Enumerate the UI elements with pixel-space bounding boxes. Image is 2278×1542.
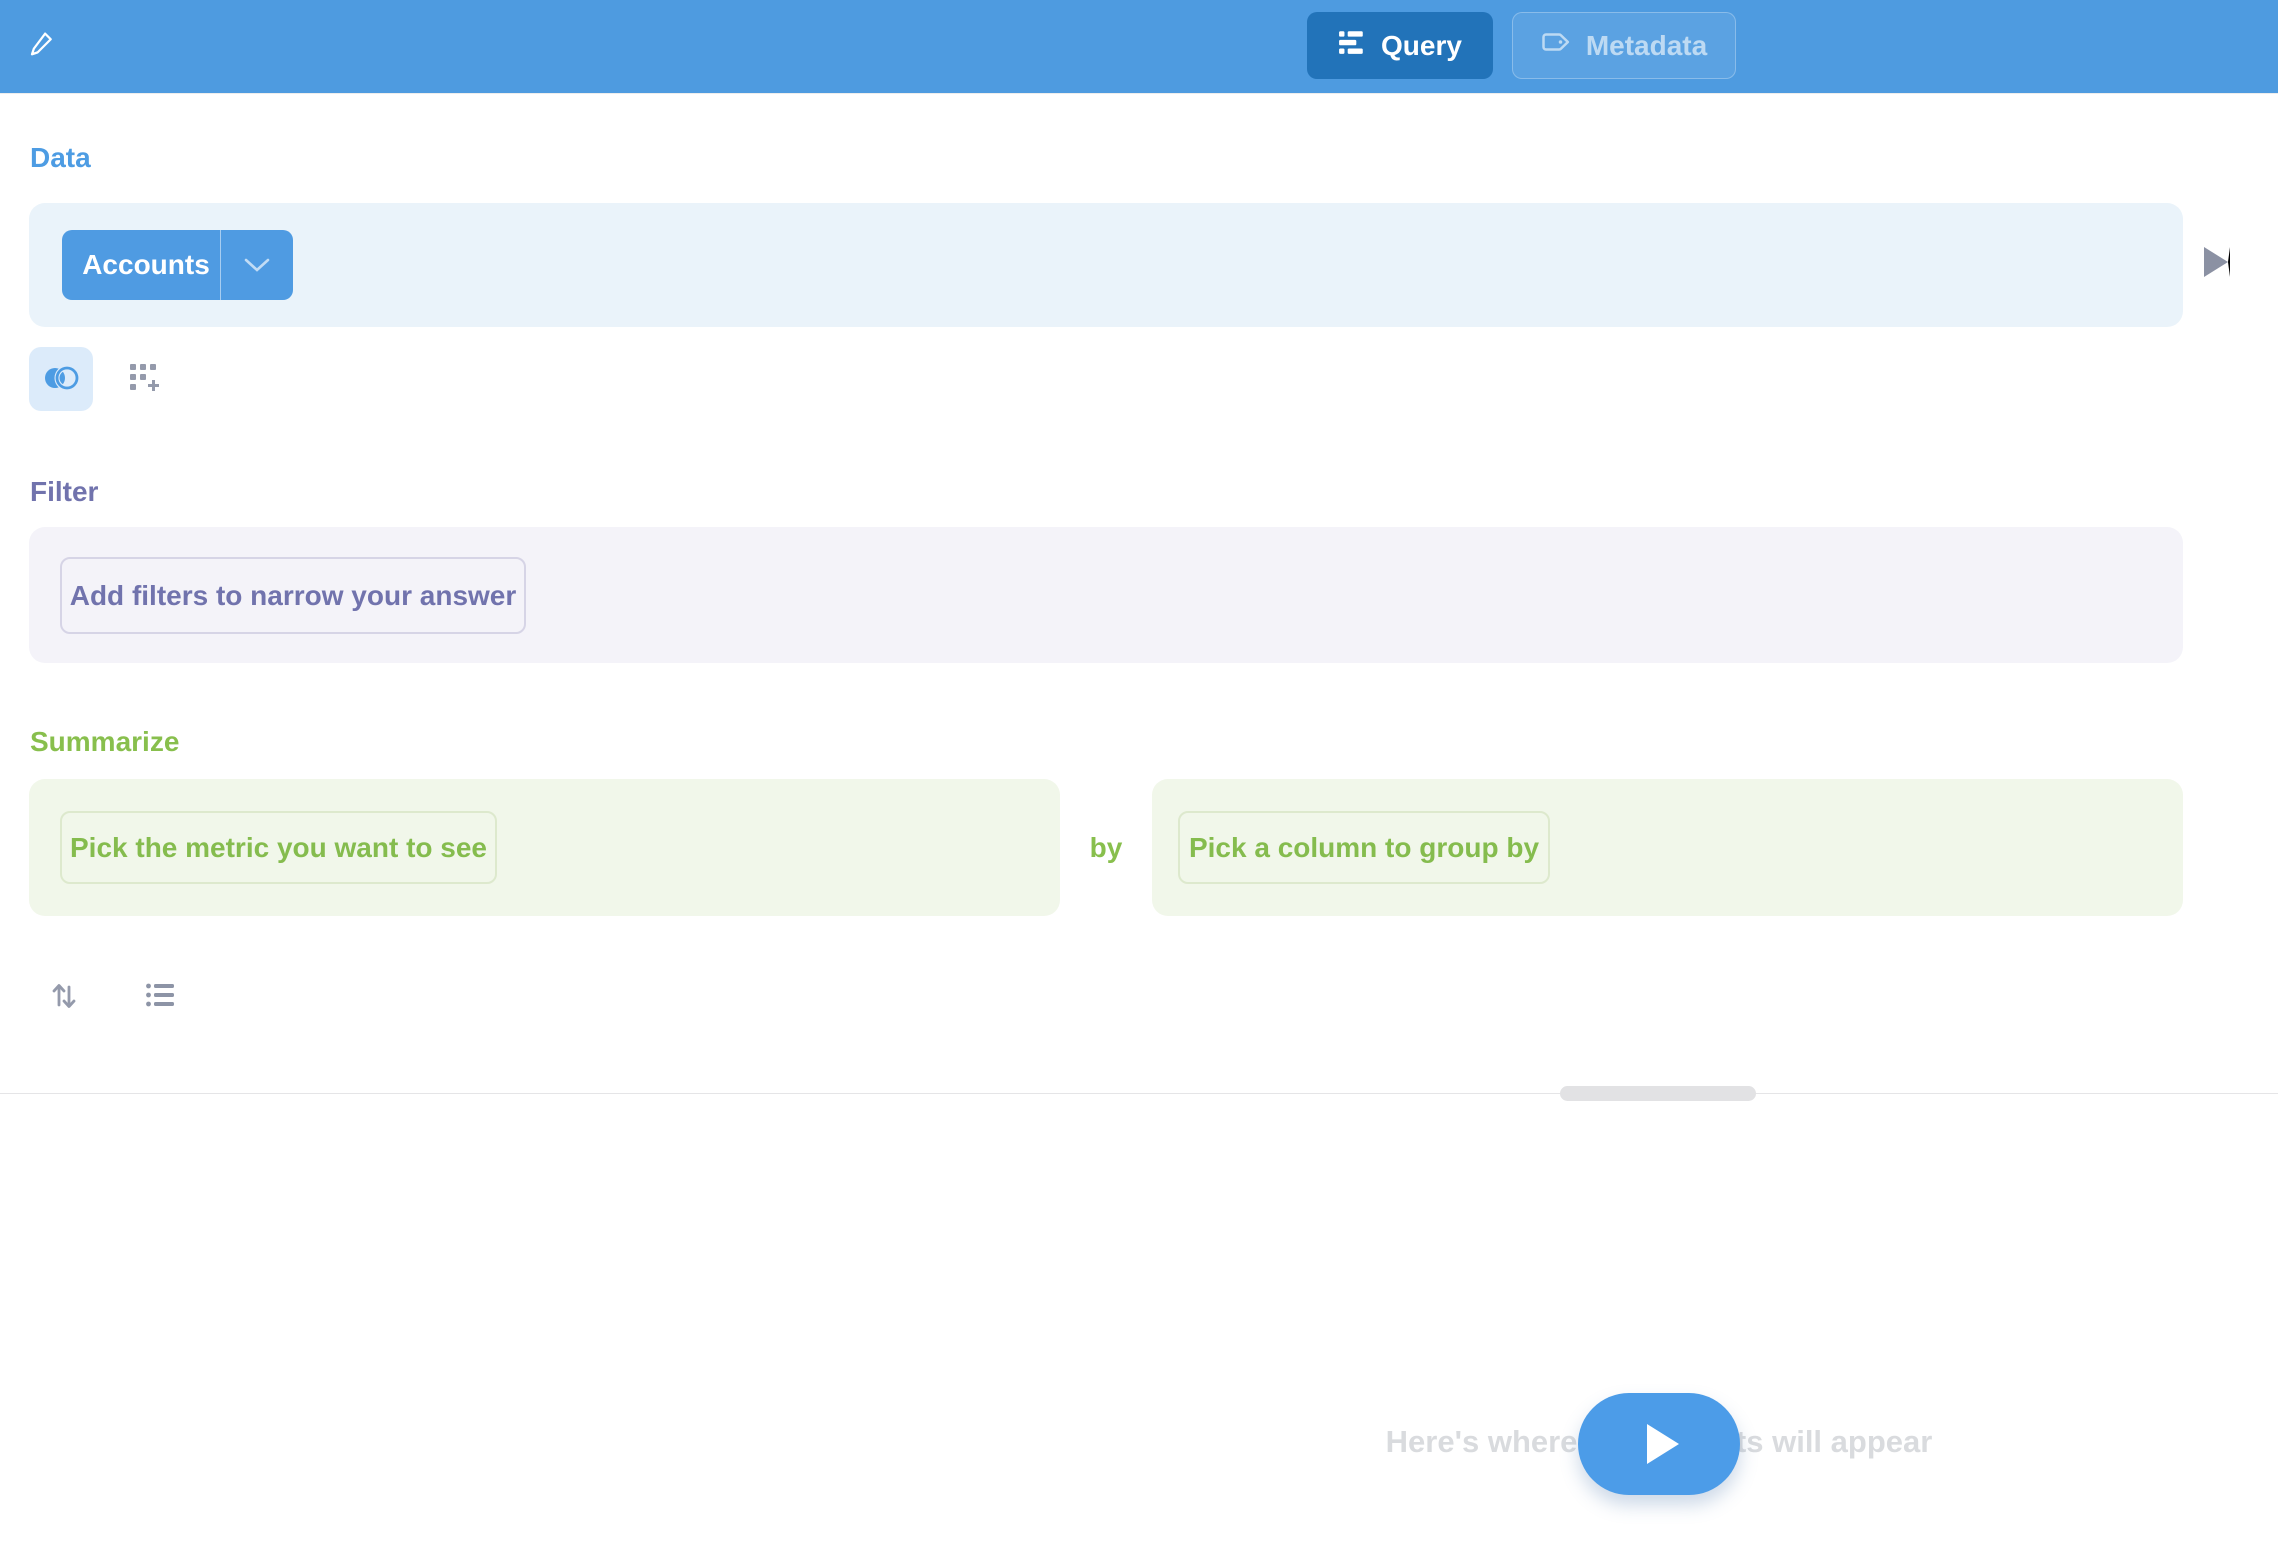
tag-icon [1541,27,1571,64]
pick-groupby-column-button[interactable]: Pick a column to group by [1178,811,1550,884]
list-icon [145,980,175,1013]
join-data-button[interactable] [29,347,93,411]
tab-metadata[interactable]: Metadata [1512,12,1736,79]
preview-step-button[interactable] [2204,247,2230,277]
run-query-button[interactable] [1578,1393,1740,1495]
tab-query[interactable]: Query [1307,12,1493,79]
chevron-down-icon[interactable] [221,230,293,300]
sort-arrows-icon [48,979,80,1014]
pencil-icon [27,28,57,61]
play-triangle-icon [1647,1424,1679,1464]
join-circles-icon [42,364,80,395]
resize-drag-handle[interactable] [1560,1086,1756,1101]
editor-tabs: Query Metadata [1307,12,1736,79]
row-limit-button[interactable] [136,972,184,1020]
filter-section-title: Filter [30,476,98,508]
table-picker-button[interactable]: Accounts [62,230,293,300]
top-bar: Query Metadata [0,0,2278,93]
add-column-icon [127,361,161,398]
custom-column-button[interactable] [122,357,166,401]
pane-divider [0,1093,2278,1094]
data-panel: Accounts [29,203,2183,327]
summarize-groupby-panel: Pick a column to group by [1152,779,2183,916]
summarize-section-title: Summarize [30,726,179,758]
pick-metric-button[interactable]: Pick the metric you want to see [60,811,497,884]
add-filter-button[interactable]: Add filters to narrow your answer [60,557,526,634]
filter-panel: Add filters to narrow your answer [29,527,2183,663]
table-picker-label: Accounts [62,230,220,300]
edit-title-button[interactable] [18,20,66,68]
summarize-metric-panel: Pick the metric you want to see [29,779,1060,916]
notebook-list-icon [1338,28,1366,63]
tab-metadata-label: Metadata [1586,30,1707,62]
by-label: by [1060,832,1152,864]
tab-query-label: Query [1381,30,1462,62]
sort-step-button[interactable] [40,972,88,1020]
data-section-title: Data [30,142,91,174]
